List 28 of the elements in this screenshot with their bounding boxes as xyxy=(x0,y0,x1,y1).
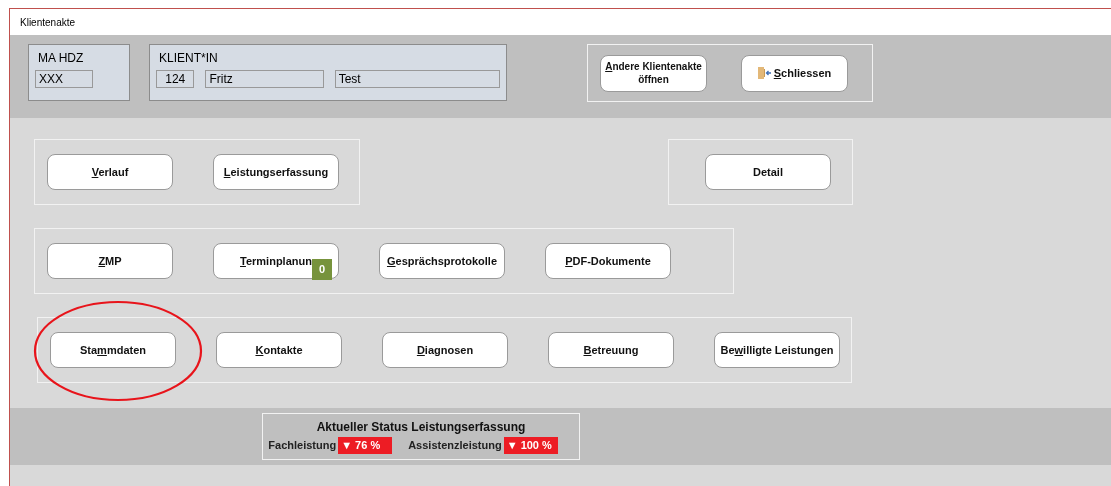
open-other-file-button[interactable]: Andere Klientenakte öffnen xyxy=(600,54,707,92)
nav-button[interactable]: Gesprächsprotokolle xyxy=(379,243,505,279)
nav-button[interactable]: Betreuung xyxy=(548,332,674,368)
nav-button[interactable]: Stammdaten xyxy=(50,332,176,368)
nav-button[interactable]: Verlauf xyxy=(47,154,173,190)
client-label: KLIENT*IN xyxy=(158,51,219,65)
status-title: Aktueller Status Leistungserfassung xyxy=(316,419,526,434)
client-field[interactable]: Fritz xyxy=(205,70,324,88)
nav-button[interactable]: Bewilligte Leistungen xyxy=(714,332,840,368)
nav-button[interactable]: Diagnosen xyxy=(382,332,508,368)
nav-button[interactable]: Terminplanun 0 xyxy=(213,243,339,279)
staff-label: MA HDZ xyxy=(37,51,85,65)
status-value: ▼ 76 % xyxy=(338,436,393,454)
status-value: ▼ 100 % xyxy=(503,436,558,454)
staff-field[interactable]: XXX xyxy=(35,70,93,88)
close-button[interactable]: Schliessen xyxy=(741,54,848,92)
status-label: Fachleistung xyxy=(268,439,337,451)
count-badge: 0 xyxy=(312,259,332,280)
nav-button[interactable]: Kontakte xyxy=(216,332,342,368)
client-field[interactable]: Test xyxy=(334,70,500,88)
nav-button[interactable]: Detail xyxy=(705,154,831,190)
window-title: Klientenakte xyxy=(20,16,76,28)
status-label: Assistenzleistung xyxy=(408,439,502,451)
client-field[interactable]: 124 xyxy=(156,70,195,88)
nav-button[interactable]: PDF-Dokumente xyxy=(545,243,671,279)
nav-button[interactable]: ZMP xyxy=(47,243,173,279)
exit-door-icon xyxy=(757,66,772,80)
nav-button[interactable]: Leistungserfassung xyxy=(213,154,339,190)
